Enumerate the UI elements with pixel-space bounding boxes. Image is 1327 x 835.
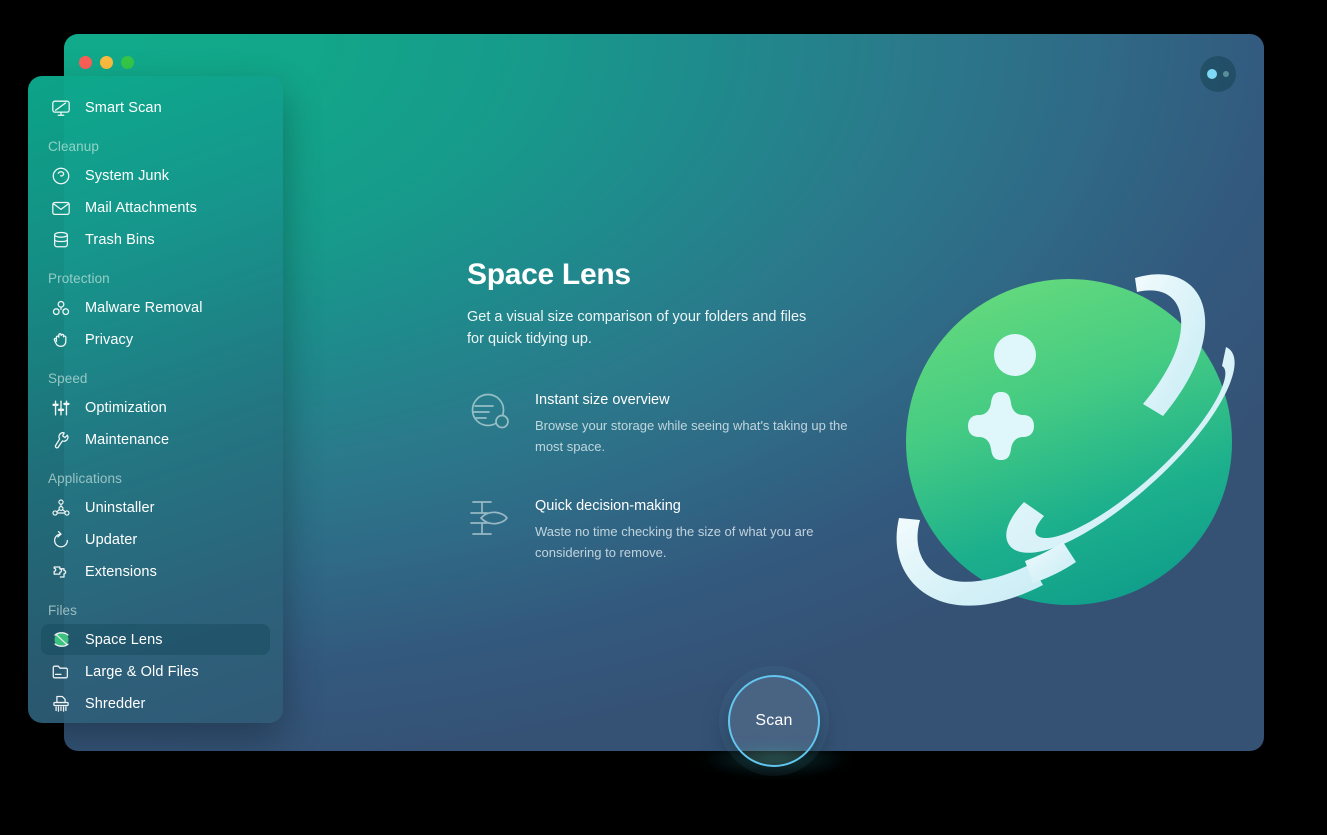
hand-stop-icon — [48, 329, 74, 351]
close-button[interactable] — [79, 56, 92, 69]
sidebar-item-optimization[interactable]: Optimization — [41, 392, 270, 423]
sidebar-item-privacy[interactable]: Privacy — [41, 324, 270, 355]
shredder-icon — [48, 693, 74, 715]
zoom-button[interactable] — [121, 56, 134, 69]
sidebar-item-label: Malware Removal — [85, 299, 203, 316]
sidebar-item-label: Optimization — [85, 399, 167, 416]
envelope-icon — [48, 197, 74, 219]
feature-title: Instant size overview — [535, 391, 670, 408]
sidebar-item-label: Smart Scan — [85, 99, 162, 116]
sidebar-item-maintenance[interactable]: Maintenance — [41, 424, 270, 455]
trash-bin-icon — [48, 229, 74, 251]
sidebar-item-trash-bins[interactable]: Trash Bins — [41, 224, 270, 255]
feature-text: Instant size overview Browse your storag… — [535, 389, 855, 457]
hero-text-block: Space Lens Get a visual size comparison … — [467, 258, 867, 563]
page-subtitle: Get a visual size comparison of your fol… — [467, 309, 807, 348]
sidebar-item-label: Shredder — [85, 695, 146, 712]
menu-dot-active-icon — [1207, 69, 1217, 79]
scan-button[interactable]: Scan — [728, 675, 820, 767]
traffic-lights — [79, 56, 134, 69]
wrench-icon — [48, 429, 74, 451]
sidebar-item-shredder[interactable]: Shredder — [41, 688, 270, 719]
puzzle-piece-icon — [48, 561, 74, 583]
sidebar-item-label: Uninstaller — [85, 499, 155, 516]
sidebar-item-label: Updater — [85, 531, 138, 548]
folder-icon — [48, 661, 74, 683]
sidebar-item-label: Maintenance — [85, 431, 170, 448]
sidebar-item-label: Large & Old Files — [85, 663, 199, 680]
sidebar-item-mail-attachments[interactable]: Mail Attachments — [41, 192, 270, 223]
feature-text: Quick decision-making Waste no time chec… — [535, 495, 855, 563]
refresh-arrow-icon — [48, 529, 74, 551]
sidebar-item-label: Extensions — [85, 563, 157, 580]
feature-description: Browse your storage while seeing what's … — [535, 417, 848, 454]
sidebar-item-malware-removal[interactable]: Malware Removal — [41, 292, 270, 323]
sidebar-item-updater[interactable]: Updater — [41, 524, 270, 555]
sidebar-item-uninstaller[interactable]: Uninstaller — [41, 492, 270, 523]
sidebar-item-smart-scan[interactable]: Smart Scan — [41, 92, 270, 123]
screen: Space Lens Get a visual size comparison … — [0, 0, 1327, 835]
sidebar-item-space-lens[interactable]: Space Lens — [41, 624, 270, 655]
planet-lines-icon — [467, 389, 513, 435]
sidebar-item-label: Privacy — [85, 331, 134, 348]
feature-item: Instant size overview Browse your storag… — [467, 389, 867, 457]
sidebar-section-applications: Applications — [48, 471, 122, 486]
main-content: Space Lens Get a visual size comparison … — [347, 92, 1264, 751]
feature-description: Waste no time checking the size of what … — [535, 524, 814, 561]
sidebar-item-extensions[interactable]: Extensions — [41, 556, 270, 587]
sidebar-item-system-junk[interactable]: System Junk — [41, 160, 270, 191]
feature-title: Quick decision-making — [535, 498, 681, 515]
scan-button-label: Scan — [755, 712, 793, 729]
menu-dot-inactive-icon — [1223, 71, 1229, 77]
sidebar-section-protection: Protection — [48, 271, 110, 286]
more-options-button[interactable] — [1200, 56, 1236, 92]
sidebar: Smart Scan Cleanup System Junk Mail Atta… — [28, 76, 283, 723]
sliders-icon — [48, 397, 74, 419]
caliper-gauge-icon — [467, 495, 513, 541]
app-tree-icon — [48, 497, 74, 519]
junk-swirl-icon — [48, 165, 74, 187]
biohazard-icon — [48, 297, 74, 319]
feature-item: Quick decision-making Waste no time chec… — [467, 495, 867, 563]
sidebar-section-speed: Speed — [48, 371, 88, 386]
sidebar-item-large-and-old-files[interactable]: Large & Old Files — [41, 656, 270, 687]
sidebar-item-label: System Junk — [85, 167, 170, 184]
minimize-button[interactable] — [100, 56, 113, 69]
page-title: Space Lens — [467, 258, 631, 291]
display-scan-icon — [48, 97, 74, 119]
space-lens-planet-illustration — [877, 252, 1264, 632]
sidebar-section-files: Files — [48, 603, 78, 618]
sidebar-section-cleanup: Cleanup — [48, 139, 99, 154]
sidebar-item-label: Mail Attachments — [85, 199, 198, 216]
sidebar-item-label: Space Lens — [85, 631, 163, 648]
sidebar-item-label: Trash Bins — [85, 231, 155, 248]
planet-icon — [48, 629, 74, 651]
